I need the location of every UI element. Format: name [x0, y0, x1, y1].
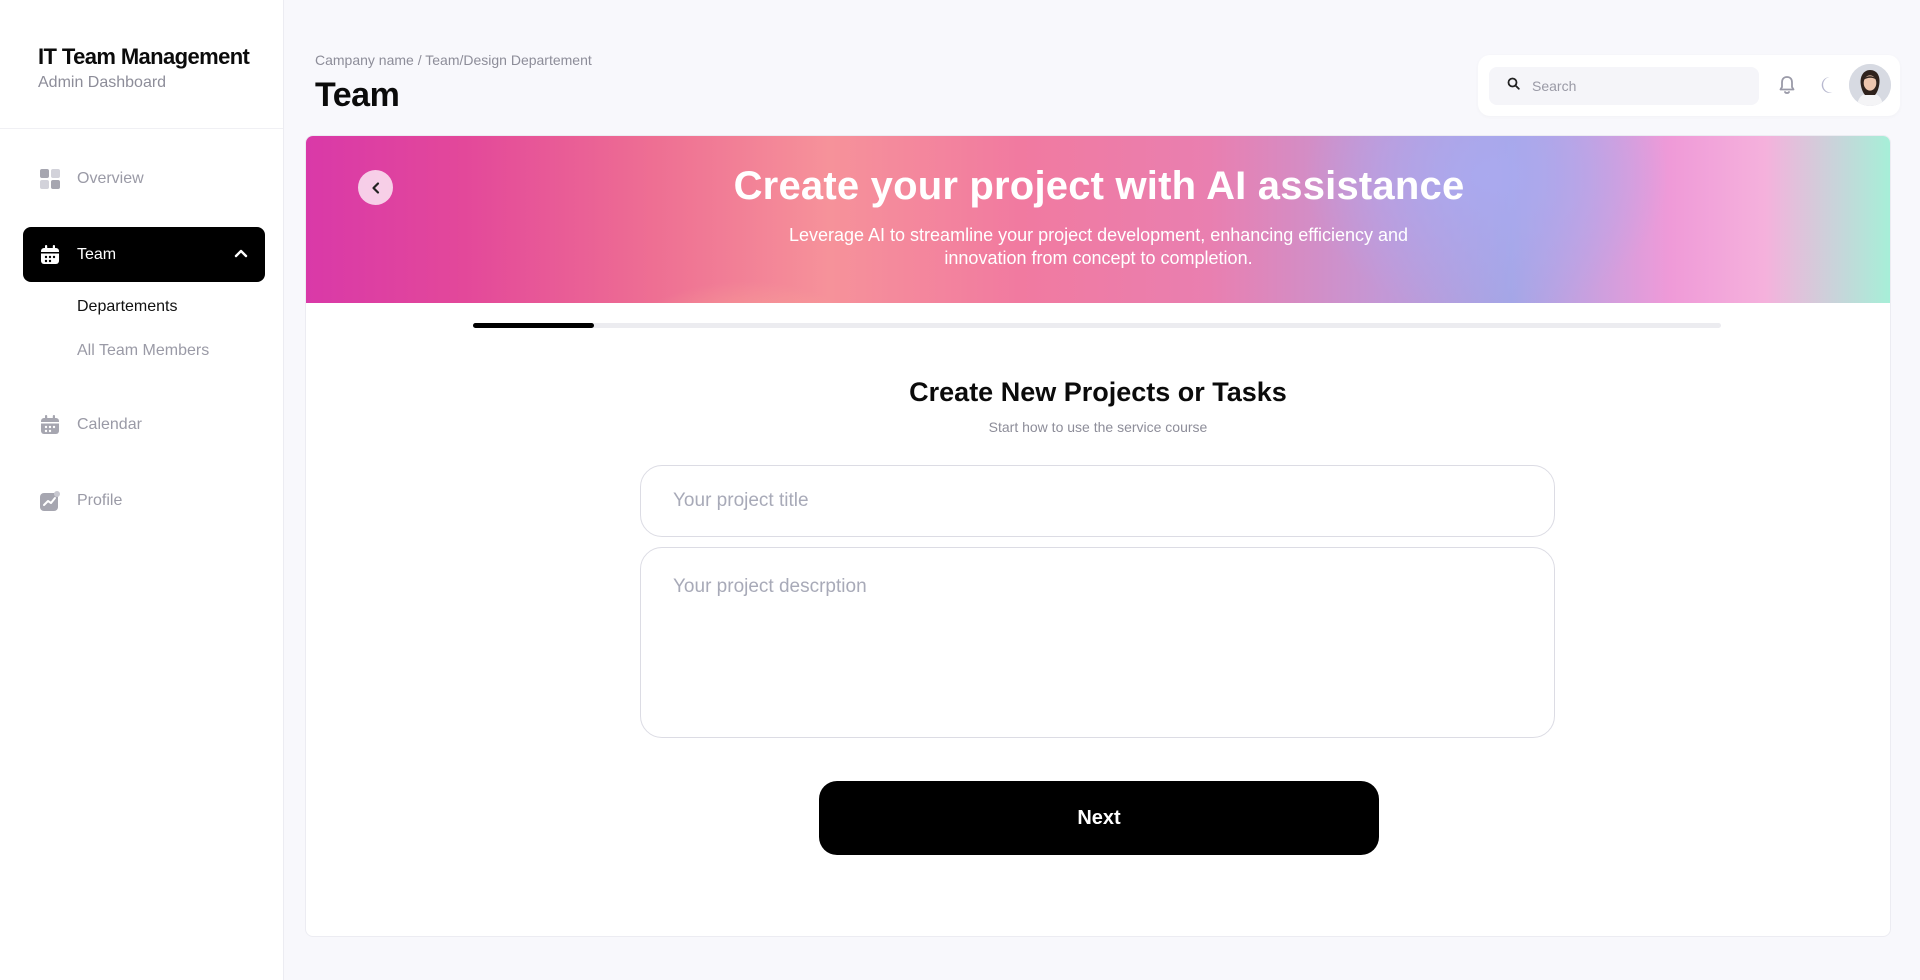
ai-banner: Create your project with AI assistance L…: [306, 136, 1890, 303]
step-progress-bar: [473, 323, 1721, 328]
form-subtitle: Start how to use the service course: [988, 419, 1208, 435]
sidebar-subitem-departements[interactable]: Departements: [0, 285, 283, 329]
next-button[interactable]: Next: [819, 781, 1379, 855]
sidebar-subitem-all-team-members[interactable]: All Team Members: [0, 329, 283, 373]
bell-icon[interactable]: [1776, 74, 1798, 96]
search-box[interactable]: [1489, 67, 1759, 105]
brand: IT Team Management Admin Dashboard: [0, 0, 283, 129]
form-title: Create New Projects or Tasks: [909, 377, 1287, 407]
sidebar-item-label: Profile: [77, 491, 123, 509]
sidebar-item-team[interactable]: Team: [23, 227, 265, 282]
search-icon: [1507, 77, 1520, 95]
app-title: IT Team Management: [38, 44, 250, 69]
chart-icon: [39, 490, 61, 512]
avatar[interactable]: [1849, 64, 1891, 106]
search-input[interactable]: [1532, 78, 1732, 94]
project-description-input[interactable]: [640, 547, 1555, 738]
sidebar: IT Team Management Admin Dashboard Overv…: [0, 0, 284, 980]
sidebar-item-label: Calendar: [77, 415, 142, 433]
banner-subtitle: Leverage AI to streamline your project d…: [788, 225, 1409, 268]
create-project-card: Create your project with AI assistance L…: [305, 135, 1891, 937]
sidebar-nav: Overview Team Departements All Team Memb…: [0, 129, 283, 528]
step-progress-fill: [473, 323, 595, 328]
sidebar-item-calendar[interactable]: Calendar: [23, 397, 265, 452]
app-subtitle: Admin Dashboard: [38, 74, 167, 91]
sidebar-item-label: Overview: [77, 169, 144, 187]
grid-icon: [39, 168, 61, 190]
page-title: Team: [315, 76, 400, 114]
sidebar-item-label: Team: [77, 245, 117, 263]
moon-icon[interactable]: [1817, 74, 1839, 96]
top-toolbar: [1478, 55, 1900, 116]
project-title-input[interactable]: [640, 465, 1555, 537]
chevron-up-icon[interactable]: [233, 245, 249, 266]
calendar-icon: [39, 244, 61, 266]
calendar-icon: [39, 414, 61, 436]
banner-title: Create your project with AI assistance: [733, 164, 1465, 208]
sidebar-item-profile[interactable]: Profile: [23, 473, 265, 528]
sidebar-item-overview[interactable]: Overview: [23, 151, 265, 206]
breadcrumb[interactable]: Campany name / Team/Design Departement: [315, 52, 592, 68]
